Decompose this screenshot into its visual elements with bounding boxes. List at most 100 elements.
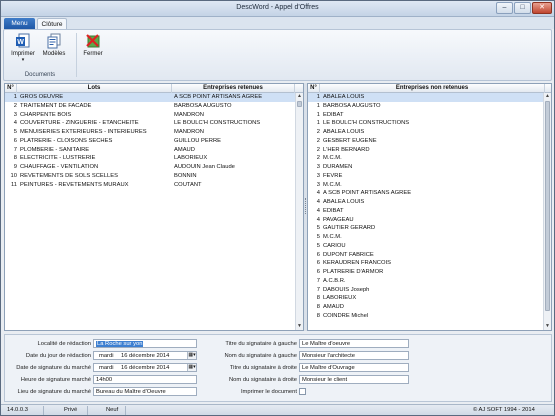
lots-table: N° Lots Entreprises retenues 1 GROS OEUVR… (4, 83, 304, 331)
calendar-dropdown-icon[interactable]: ▦▾ (187, 364, 196, 371)
lot-name: PEINTURES - REVETEMENTS MURAUX (20, 181, 129, 188)
table-row[interactable]: 11 PEINTURES - REVETEMENTS MURAUX COUTANT (5, 181, 303, 190)
table-row[interactable]: 4A SCB POINT ARTISANS AGREE (308, 189, 551, 198)
table-row[interactable]: 8 COINDRE Michel (308, 312, 551, 321)
table-row[interactable]: 5 MENUISERIES EXTERIEURES - INTERIEURES MA… (5, 128, 303, 137)
non-retenues-table: N° Entreprises non retenues 1 ABALEA LOUI… (307, 83, 552, 331)
table-row[interactable]: 4 EDIBAT (308, 207, 551, 216)
table-row[interactable]: 4 COUVERTURE - ZINGUERIE - ETANCHEITE LE B… (5, 119, 303, 128)
scroll-down-icon[interactable]: ▼ (544, 323, 551, 330)
minimize-button[interactable]: – (496, 2, 513, 14)
row-num: 5 (316, 242, 320, 249)
table-row[interactable]: 3 FEVRE (308, 172, 551, 181)
row-num: 3 (13, 111, 17, 118)
lieu-signature-input[interactable]: Bureau du Maître d'Oeuvre (93, 387, 197, 396)
entreprise-retenue: COUTANT (174, 181, 202, 188)
row-num: 8 (316, 304, 320, 310)
scroll-up-icon[interactable]: ▲ (544, 93, 551, 100)
entreprise-non-retenue: EDIBAT (323, 111, 344, 118)
row-num: 4 (316, 190, 320, 197)
table-row[interactable]: 6 KERAUDREN FRANCOIS (308, 259, 551, 268)
tab-menu[interactable]: Menu (4, 18, 35, 29)
col-lots-header[interactable]: Lots (17, 84, 172, 93)
lot-name: TRAITEMENT DE FACADE (20, 102, 92, 109)
table-row[interactable]: 10 REVETEMENTS DE SOLS SCELLES BONNIN (5, 172, 303, 181)
table-row[interactable]: 5 GAUTIER GERARD (308, 224, 551, 233)
lot-name: CHARPENTE BOIS (20, 111, 72, 118)
col-entreprises-retenues-header[interactable]: Entreprises retenues (172, 84, 295, 93)
imprimer-button[interactable]: W Imprimer ▾ (9, 33, 37, 69)
entreprise-non-retenue: KERAUDREN FRANCOIS (323, 260, 391, 267)
table-row[interactable]: 8 AMAUD (308, 303, 551, 312)
date-redaction-picker[interactable]: mardi 16 décembre 2014 ▦▾ (93, 351, 197, 360)
table-row[interactable]: 2 GESBERT EUGENE (308, 137, 551, 146)
table-row[interactable]: 3 DURAMEN (308, 163, 551, 172)
row-num: 1 (316, 120, 320, 127)
table-row[interactable]: 8 ELECTRICITE - LUSTRERIE LABORIEUX (5, 154, 303, 163)
entreprise-non-retenue: A.C.B.R. (323, 277, 346, 284)
nom-gauche-input[interactable]: Monsieur l'architecte (299, 351, 409, 360)
table-row[interactable]: 5 CARIOU (308, 242, 551, 251)
entreprise-retenue: A SCB POINT ARTISANS AGREE (174, 94, 263, 100)
entreprise-non-retenue: CARIOU (323, 242, 346, 249)
table-row[interactable]: 7 DABOUIS Joseph (308, 286, 551, 295)
titre-gauche-input[interactable]: Le Maître d'oeuvre (299, 339, 409, 348)
table-row[interactable]: 7 A.C.B.R. (308, 277, 551, 286)
table-row[interactable]: 1 ABALEA LOUIS (308, 93, 551, 102)
titre-droite-input[interactable]: Le Maître d'Ouvrage (299, 363, 409, 372)
scroll-thumb[interactable] (545, 101, 550, 311)
table-row[interactable]: 5 M.C.M. (308, 233, 551, 242)
table-row[interactable]: 6 DUPONT FABRICE (308, 251, 551, 260)
scroll-down-icon[interactable]: ▼ (296, 323, 303, 330)
row-num: 5 (13, 129, 17, 135)
close-window-button[interactable]: ✕ (532, 2, 552, 14)
lots-scrollbar[interactable]: ▲ ▼ (295, 93, 303, 330)
table-row[interactable]: 2 TRAITEMENT DE FACADE BARBOSA AUGUSTO (5, 102, 303, 111)
non-retenues-scrollbar[interactable]: ▲ ▼ (543, 93, 551, 330)
copyright-text: © AJ SOFT 1994 - 2014 (473, 407, 535, 413)
chevron-down-icon[interactable]: ▾ (9, 57, 37, 63)
col-num-header[interactable]: N° (308, 84, 320, 93)
heure-signature-input[interactable]: 14h00 (93, 375, 197, 384)
table-row[interactable]: 2 ABALEA LOUIS (308, 128, 551, 137)
scroll-up-icon[interactable]: ▲ (296, 93, 303, 100)
nom-droite-input[interactable]: Monsieur le client (299, 375, 409, 384)
splitter-grip[interactable] (305, 198, 306, 214)
titre-droite-label: Titre du signataire à droite (229, 365, 297, 371)
col-entreprises-non-retenues-header[interactable]: Entreprises non retenues (320, 84, 545, 93)
neuf-text: Neuf (106, 407, 119, 413)
prive-text: Privé (64, 407, 78, 413)
fermer-label: Fermer (83, 51, 103, 57)
table-row[interactable]: 7 PLOMBERIE - SANITAIRE AMAUD (5, 146, 303, 155)
lot-name: MENUISERIES EXTERIEURES - INTERIEURES (20, 129, 147, 135)
table-row[interactable]: 2 M.C.M. (308, 154, 551, 163)
entreprise-non-retenue: AMAUD (323, 304, 344, 310)
modeles-button[interactable]: Modèles (40, 33, 68, 69)
entreprise-non-retenue: ABALEA LOUIS (323, 199, 365, 205)
table-row[interactable]: 3 CHARPENTE BOIS MANDRON (5, 111, 303, 120)
scroll-thumb[interactable] (297, 101, 302, 107)
table-row[interactable]: 1 LE BOULC'H CONSTRUCTIONS (308, 119, 551, 128)
fermer-button[interactable]: Fermer (79, 33, 107, 69)
date-signature-picker[interactable]: mardi 16 décembre 2014 ▦▾ (93, 363, 197, 372)
entreprise-non-retenue: DUPONT FABRICE (323, 251, 374, 258)
table-row[interactable]: 2 L'HER BERNARD (308, 146, 551, 155)
table-row[interactable]: 6 PLATRERIE - CLOISONS SECHES GUILLOU PERR… (5, 137, 303, 146)
col-num-header[interactable]: N° (5, 84, 17, 93)
entreprise-retenue: LE BOULC'H CONSTRUCTIONS (174, 120, 261, 127)
table-row[interactable]: 6 PLATRERIE D'ARMOR (308, 268, 551, 277)
table-row[interactable]: 1 GROS OEUVRE A SCB POINT ARTISANS AGREE (5, 93, 303, 102)
table-row[interactable]: 3 M.C.M. (308, 181, 551, 190)
calendar-dropdown-icon[interactable]: ▦▾ (187, 352, 196, 359)
maximize-button[interactable]: □ (514, 2, 531, 14)
table-row[interactable]: 9 CHAUFFAGE - VENTILATION AUDOUIN Jean Cla… (5, 163, 303, 172)
table-row[interactable]: 1 BARBOSA AUGUSTO (308, 102, 551, 111)
table-row[interactable]: 4 PAVAGEAU (308, 216, 551, 225)
imprimer-document-checkbox[interactable] (299, 388, 306, 395)
localite-input[interactable]: La Roche sur yon (93, 339, 197, 348)
table-row[interactable]: 1 EDIBAT (308, 111, 551, 120)
table-row[interactable]: 4 ABALEA LOUIS (308, 198, 551, 207)
signature-form: Localité de rédaction La Roche sur yon D… (4, 334, 552, 402)
table-row[interactable]: 8 LABORIEUX (308, 294, 551, 303)
tab-cloture[interactable]: Clôture (37, 18, 67, 29)
